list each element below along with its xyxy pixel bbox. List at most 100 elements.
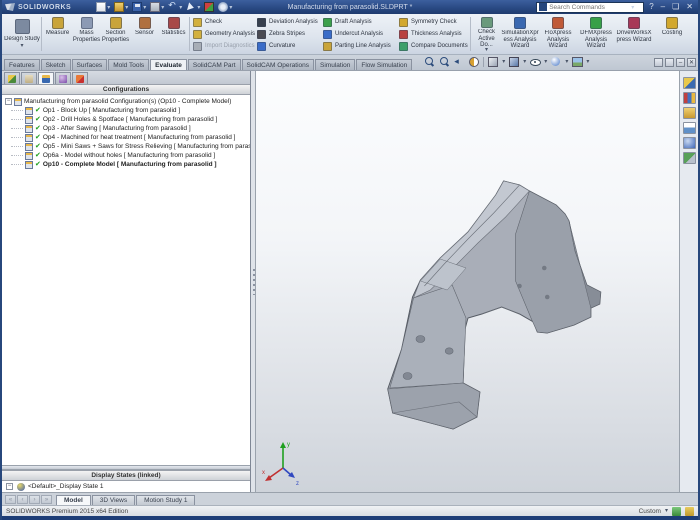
config-tree-item[interactable]: ✔ Op2 - Drill Holes & Spotface [ Manufac… [5,115,250,124]
tags-icon[interactable] [672,507,681,516]
dimxpertmanager-tab[interactable] [55,72,71,84]
sensor-button[interactable]: Sensor [130,15,159,53]
featuremanager-tab[interactable] [4,72,20,84]
collapse-icon[interactable]: − [5,98,12,105]
display-state-item[interactable]: − <Default>_Display State 1 [2,481,250,492]
chevron-down-icon[interactable]: ▾ [631,4,634,11]
edit-appearance-icon[interactable] [550,56,562,68]
simulationxpress-wizard-button[interactable]: SimulationXpress Analysis Wizard [501,15,539,53]
solidworks-resources-icon[interactable] [683,77,696,89]
3d-model-bracket[interactable] [256,71,679,492]
scroll-last-icon[interactable]: » [41,495,52,504]
section-view-icon[interactable] [468,56,480,68]
draft-analysis-button[interactable]: Draft Analysis [323,17,395,28]
tab-evaluate[interactable]: Evaluate [150,59,187,70]
tab-flow-simulation[interactable]: Flow Simulation [356,59,412,70]
minimize-button[interactable]: – [659,2,667,12]
scroll-left-icon[interactable]: ‹ [17,495,28,504]
deviation-analysis-button[interactable]: Deviation Analysis [257,17,319,28]
chevron-down-icon[interactable]: ▾ [523,60,526,65]
config-tree-item[interactable]: ✔ Op4 - Machined for heat treatment [ Ma… [5,133,250,142]
chevron-down-icon[interactable]: ▾ [565,60,568,65]
config-tree-item[interactable]: ✔ Op3 - After Sawing [ Manufacturing fro… [5,124,250,133]
propertymanager-tab[interactable] [21,72,37,84]
tab-surfaces[interactable]: Surfaces [72,59,108,70]
tab-3d-views[interactable]: 3D Views [92,495,135,505]
tab-sketch[interactable]: Sketch [41,59,71,70]
config-tree-item-active[interactable]: ✔ Op10 - Complete Model [ Manufacturing … [5,160,250,169]
displaymanager-tab[interactable] [72,72,88,84]
costing-button[interactable]: Costing [653,15,691,53]
restore-button[interactable]: ❏ [670,2,681,12]
file-explorer-icon[interactable] [683,107,696,119]
split-pane-icon[interactable] [665,58,674,67]
statistics-button[interactable]: Statistics [159,15,188,53]
curvature-button[interactable]: Curvature [257,41,319,52]
tab-mold-tools[interactable]: Mold Tools [108,59,149,70]
config-root-item[interactable]: − Manufacturing from parasolid Configura… [5,97,250,106]
zoom-fit-icon[interactable] [423,56,435,68]
zoom-area-icon[interactable] [438,56,450,68]
save-button[interactable]: ▾ [132,2,146,12]
design-study-button[interactable]: Design Study ▾ [4,15,40,53]
compare-group: Symmetry Check Thickness Analysis Compar… [397,15,469,53]
measure-button[interactable]: Measure [43,15,72,53]
parting-line-analysis-button[interactable]: Parting Line Analysis [323,41,395,52]
floxpress-wizard-button[interactable]: FloXpress Analysis Wizard [539,15,577,53]
view-palette-icon[interactable] [683,122,696,134]
hide-show-items-icon[interactable] [529,56,541,68]
display-style-icon[interactable] [508,56,520,68]
check-button[interactable]: Check [193,17,253,28]
chevron-down-icon[interactable]: ▾ [544,60,547,65]
new-document-button[interactable]: ▾ [96,2,110,12]
previous-view-icon[interactable] [453,56,465,68]
print-button[interactable]: ▾ [150,2,164,12]
config-tree-item[interactable]: ✔ Op1 - Block Up [ Manufacturing from pa… [5,106,250,115]
collapse-icon[interactable]: − [6,483,13,490]
configurationmanager-tab[interactable] [38,72,54,84]
tab-features[interactable]: Features [4,59,40,70]
driveworksxpress-wizard-button[interactable]: DriveWorksXpress Wizard [615,15,653,53]
minimize-pane-icon[interactable]: – [676,58,685,67]
chevron-down-icon[interactable]: ▾ [502,60,505,65]
undercut-analysis-button[interactable]: Undercut Analysis [323,29,395,40]
scroll-first-icon[interactable]: « [5,495,16,504]
units-label[interactable]: Custom [639,508,661,515]
zebra-stripes-button[interactable]: Zebra Stripes [257,29,319,40]
config-tree-item[interactable]: ✔ Op5 - Mini Saws + Saws for Stress Reli… [5,142,250,151]
undo-button[interactable]: ▾ [168,2,182,12]
import-diagnostics-button[interactable]: Import Diagnostics [193,41,253,52]
compare-documents-button[interactable]: Compare Documents [399,41,467,52]
design-library-icon[interactable] [683,92,696,104]
mass-properties-button[interactable]: Mass Properties [72,15,101,53]
close-pane-icon[interactable]: ✕ [687,58,696,67]
apply-scene-icon[interactable] [571,56,583,68]
help-button[interactable]: ? [647,2,655,12]
check-active-document-button[interactable]: Check Active Do... ▾ [472,15,501,53]
split-pane-icon[interactable] [654,58,663,67]
graphics-viewport[interactable]: y x z [256,71,679,492]
tab-solidcam-part[interactable]: SolidCAM Part [188,59,241,70]
chevron-down-icon[interactable]: ▾ [665,509,668,514]
view-orientation-icon[interactable] [487,56,499,68]
thickness-analysis-button[interactable]: Thickness Analysis [399,29,467,40]
section-properties-button[interactable]: Section Properties [101,15,130,53]
tab-motion-study-1[interactable]: Motion Study 1 [136,495,195,505]
appearances-scenes-icon[interactable] [683,137,696,149]
tab-model[interactable]: Model [56,495,91,505]
custom-properties-icon[interactable] [683,152,696,164]
displaymanager-icon [76,75,84,83]
close-button[interactable]: ✕ [684,2,695,12]
tab-simulation[interactable]: Simulation [315,59,355,70]
dfmxpress-wizard-button[interactable]: DFMXpress Analysis Wizard [577,15,615,53]
chevron-down-icon[interactable]: ▾ [586,60,589,65]
search-commands-box[interactable]: ▾ [536,2,644,13]
open-button[interactable]: ▾ [114,2,128,12]
tab-solidcam-operations[interactable]: SolidCAM Operations [242,59,315,70]
config-tree-item[interactable]: ✔ Op6a - Model without holes [ Manufactu… [5,151,250,160]
symmetry-check-button[interactable]: Symmetry Check [399,17,467,28]
geometry-analysis-button[interactable]: Geometry Analysis [193,29,253,40]
search-input[interactable] [549,4,629,11]
configuration-icon [25,161,33,169]
scroll-right-icon[interactable]: › [29,495,40,504]
